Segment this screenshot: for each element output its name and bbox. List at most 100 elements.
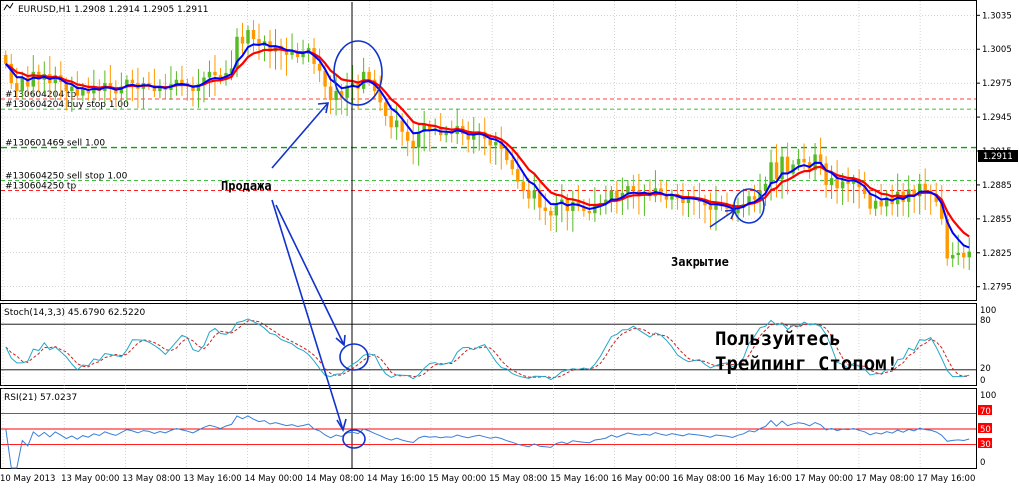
candle-body: [956, 252, 960, 256]
candle-body: [752, 196, 757, 200]
price-tick-label: 1.2855: [982, 215, 1012, 225]
order-label: #130604204 buy stop 1.00: [5, 100, 129, 110]
candle-body: [213, 71, 217, 76]
candle-body: [631, 186, 636, 191]
time-tick-label: 13 May 16:00: [183, 474, 241, 484]
stoch-level-0: 0: [980, 376, 985, 386]
candle-body: [383, 102, 388, 116]
stoch-label: Stoch(14,3,3) 45.6790 62.5220: [4, 308, 145, 318]
candle-body: [521, 181, 525, 191]
candle-body: [4, 54, 8, 64]
sell-annotation: Продажа: [221, 179, 272, 193]
price-tick-label: 1.2975: [982, 79, 1012, 89]
candle-body: [394, 120, 399, 128]
time-tick-label: 13 May 00:00: [61, 474, 119, 484]
candle-body: [708, 205, 713, 210]
rsi-axis-min: 0: [980, 458, 985, 468]
stoch-level-80: 80: [980, 316, 991, 326]
price-tick-label: 1.2795: [982, 283, 1012, 293]
candle-body: [802, 158, 806, 163]
candle-body: [840, 181, 845, 189]
candle-body: [317, 63, 322, 71]
candle-body: [70, 86, 74, 92]
main-panel-frame: [0, 0, 977, 301]
candle-body: [246, 30, 250, 44]
candle-body: [868, 193, 872, 209]
candle-body: [609, 190, 614, 200]
candle-body: [15, 83, 19, 92]
price-tick-label: 1.2885: [982, 181, 1012, 191]
rsi-label: RSI(21) 57.0237: [4, 393, 77, 403]
price-tick-label: 1.3005: [982, 45, 1012, 55]
candle-body: [130, 79, 135, 84]
candle-body: [510, 160, 514, 170]
order-label: #130604250 sell stop 1.00: [5, 171, 128, 181]
order-label: #130601469 sell 1.00: [5, 139, 105, 149]
candle-body: [587, 210, 592, 214]
candle-body: [879, 200, 883, 207]
rsi-level-50: 50: [980, 425, 991, 435]
slogan-line2: Трейпинг Стопом!: [715, 353, 898, 375]
candle-body: [207, 71, 212, 78]
candle-body: [951, 255, 955, 259]
candle-body: [400, 120, 404, 132]
time-tick-label: 15 May 16:00: [550, 474, 608, 484]
stoch-level-20: 20: [980, 364, 991, 374]
candle-body: [81, 88, 85, 96]
rsi-axis-max: 100: [980, 391, 996, 401]
candle-body: [846, 181, 850, 184]
time-tick-label: 13 May 08:00: [122, 474, 180, 484]
candle-body: [774, 162, 779, 180]
candle-body: [873, 200, 878, 209]
time-tick-label: 14 May 16:00: [367, 474, 425, 484]
rsi-level-30: 30: [980, 440, 991, 450]
chart-window[interactable]: #130604204 tp#130604204 buy stop 1.00 #13…: [0, 0, 1019, 491]
candle-body: [829, 178, 834, 185]
time-tick-label: 15 May 08:00: [489, 474, 547, 484]
close-annotation: Закрытие: [671, 255, 729, 269]
time-tick-label: 15 May 00:00: [428, 474, 486, 484]
candle-body: [472, 135, 476, 140]
stoch-level-100: 100: [980, 306, 996, 316]
candle-body: [240, 36, 245, 44]
price-tick-label: 1.2945: [982, 113, 1012, 123]
candle-body: [516, 169, 520, 182]
candle-body: [494, 141, 498, 146]
candle-body: [549, 210, 553, 216]
candle-body: [923, 183, 927, 191]
candle-body: [626, 186, 630, 193]
time-tick-label: 17 May 00:00: [795, 474, 853, 484]
candle-body: [835, 178, 839, 189]
price-tick-label: 1.3035: [982, 11, 1012, 21]
candle-body: [543, 207, 548, 211]
time-axis: 10 May 2013 13 May 00:00 13 May 08:00 13 Ma…: [0, 474, 975, 484]
time-tick-label: 16 May 00:00: [611, 474, 669, 484]
rsi-level-70: 70: [980, 407, 991, 417]
time-tick-label: 16 May 08:00: [673, 474, 731, 484]
candle-body: [301, 53, 305, 58]
candle-body: [334, 91, 338, 101]
symbol-title: EURUSD,H1 1.2908 1.2914 1.2905 1.2911: [18, 5, 209, 15]
candle-body: [967, 251, 971, 258]
candle-body: [405, 131, 410, 141]
candle-body: [785, 156, 790, 174]
candle-body: [554, 204, 559, 216]
order-label: #130604204 tp: [5, 90, 76, 100]
candle-body: [367, 71, 371, 80]
price-tick-label: 1.2825: [982, 249, 1012, 259]
candle-body: [389, 115, 393, 128]
candle-body: [824, 163, 828, 185]
current-price-value: 1.2911: [983, 152, 1013, 162]
candle-body: [416, 131, 421, 148]
candle-body: [180, 79, 184, 84]
candle-body: [411, 140, 415, 148]
time-tick-label: 14 May 00:00: [245, 474, 303, 484]
candle-body: [769, 162, 773, 184]
order-label: #130604250 tp: [5, 182, 76, 192]
time-tick-label: 17 May 16:00: [917, 474, 975, 484]
candle-body: [20, 77, 24, 92]
slogan-line1: Пользуйтесь: [715, 328, 841, 350]
candle-body: [251, 30, 256, 40]
candle-body: [328, 86, 333, 101]
candle-body: [527, 190, 531, 199]
